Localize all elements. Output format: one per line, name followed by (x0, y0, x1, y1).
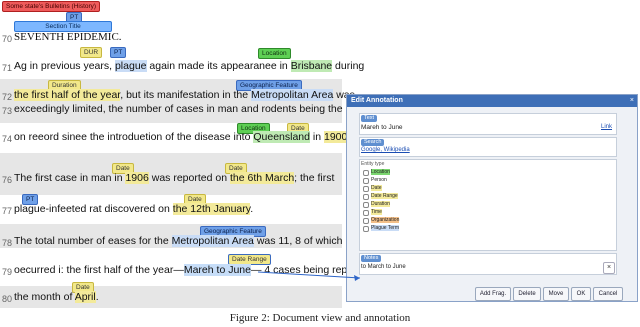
line-text: The total number of eases for the Metrop… (14, 235, 342, 247)
line-text: the first half of the year, but its mani… (14, 89, 355, 101)
text-span: oecurred i: the first half of the year— (14, 264, 184, 276)
entity-type-organization[interactable]: Organization (371, 217, 400, 223)
radio-person[interactable] (363, 178, 369, 184)
line-number: 77 (1, 206, 12, 216)
line-number: 71 (1, 63, 12, 73)
add-fragment-button[interactable]: Add Frag. (475, 287, 511, 301)
entity-type-time[interactable]: Time (371, 209, 382, 215)
line-number: 79 (1, 267, 12, 277)
radio-time[interactable] (363, 210, 369, 216)
ok-button[interactable]: OK (571, 287, 591, 301)
edit-annotation-dialog: Edit Annotation × Text Mareh to June Lin… (346, 94, 638, 302)
line-text: Ag in previous years, plague again made … (14, 60, 364, 72)
line-number: 73 (1, 106, 12, 116)
search-links[interactable]: Google, Wikipedia (361, 147, 410, 153)
document-line-71: 71 Ag in previous years, plague again ma… (0, 57, 364, 79)
line-text: on reeord sinee the introduetion of the … (14, 131, 350, 143)
radio-location[interactable] (363, 170, 369, 176)
notes-label: Notes (361, 255, 382, 262)
text-span: The first case in man in (14, 172, 126, 184)
entity-type-duration[interactable]: Duration (371, 201, 390, 207)
annotated-span[interactable]: April (74, 291, 96, 303)
entity-type-date[interactable]: Date (371, 185, 382, 191)
line-number: 72 (1, 92, 12, 102)
text-span: , but its manifestation in the (120, 89, 251, 101)
document-line-79: 79 oecurred i: the first half of the yea… (0, 263, 382, 285)
line-text: The first case in man in 1906 was report… (14, 172, 334, 184)
entity-type-label: Entity type (361, 161, 385, 167)
radio-date-range[interactable] (363, 194, 369, 200)
document-line-74: 74 on reeord sinee the introduetion of t… (0, 130, 350, 152)
figure-caption: Figure 2: Document view and annotation (229, 312, 411, 324)
text-span: . (250, 203, 254, 215)
radio-date[interactable] (363, 186, 369, 192)
close-icon[interactable]: × (630, 95, 634, 107)
move-button[interactable]: Move (543, 287, 569, 301)
annotated-span[interactable]: plague (114, 60, 147, 72)
line-number: 70 (1, 34, 12, 44)
document-line-77: 77 plague-infeeted rat discovered on the… (0, 202, 342, 224)
annotated-span[interactable]: 1900 (324, 131, 348, 143)
document-line-73: 73 exceedingly limited, the number of ca… (0, 102, 375, 124)
entity-type-section (359, 159, 617, 251)
annotated-span[interactable]: Metropolitan Area (171, 235, 254, 247)
radio-plague-term[interactable] (363, 226, 369, 232)
text-span: plague-infeeted rat discovered on (14, 203, 173, 215)
cancel-button[interactable]: Cancel (593, 287, 623, 301)
entity-type-location[interactable]: Location (371, 169, 390, 175)
entity-type-date-range[interactable]: Date Range (371, 193, 398, 199)
line-text: oecurred i: the first half of the year—M… (14, 264, 382, 276)
entity-type-plague-term[interactable]: Plague Term (371, 225, 399, 231)
tag-document-title[interactable]: Some state's Bulletins (History) (2, 1, 101, 12)
radio-duration[interactable] (363, 202, 369, 208)
line-number: 74 (1, 134, 12, 144)
annotated-span[interactable]: the 6th March (229, 172, 295, 184)
annotated-span[interactable]: Queensland (253, 131, 310, 143)
annotated-span[interactable]: the 12th January (172, 203, 251, 215)
line-number: 76 (1, 175, 12, 185)
text-span: ; the first (294, 172, 335, 184)
delete-button[interactable]: Delete (513, 287, 541, 301)
text-span: . (95, 291, 99, 303)
line-text: SEVENTH EPIDEMIC. (14, 31, 122, 43)
annotated-span[interactable]: Metropolitan Area (250, 89, 334, 101)
text-label: Text (361, 115, 378, 122)
clear-notes-icon[interactable]: × (603, 262, 615, 274)
text-span: was reported on (148, 172, 230, 184)
document-view: Some state's Bulletins (History) PT Sect… (0, 0, 382, 312)
document-line-76: 76 The first case in man in 1906 was rep… (0, 171, 342, 193)
annotated-span[interactable]: the first half of the year (14, 89, 121, 101)
notes-field[interactable]: to March to June (361, 264, 406, 270)
text-span: on reeord sinee the introduetion of the … (14, 131, 254, 143)
radio-organization[interactable] (363, 218, 369, 224)
annotated-span[interactable]: 1906 (125, 172, 149, 184)
document-line-70: 70 SEVENTH EPIDEMIC. (0, 28, 342, 50)
text-span: in (309, 131, 324, 143)
annotated-span[interactable]: Brisbane (290, 60, 333, 72)
document-line-80: 80 the month of April. (0, 290, 342, 312)
annotation-text-value[interactable]: Mareh to June (361, 124, 403, 131)
line-text: the month of April. (14, 291, 99, 303)
line-text: plague-infeeted rat discovered on the 12… (14, 203, 253, 215)
text-span: again made its appearanee in (146, 60, 291, 72)
link-button[interactable]: Link (601, 124, 612, 130)
text-span: Ag in previous years, (14, 60, 115, 72)
text-span: was 11, 8 of which (253, 235, 343, 247)
text-span: The total number of eases for the (14, 235, 172, 247)
selected-annotated-span[interactable]: Mareh to June (183, 264, 251, 276)
search-label: Search (361, 139, 385, 146)
text-span: the month of (14, 291, 75, 303)
line-text: exceedingly limited, the number of cases… (14, 103, 376, 115)
line-number: 80 (1, 294, 12, 304)
document-line-78: 78 The total number of eases for the Met… (0, 234, 342, 256)
dialog-title: Edit Annotation (347, 95, 637, 107)
line-number: 78 (1, 238, 12, 248)
entity-type-person[interactable]: Person (371, 177, 387, 183)
text-span: during (332, 60, 365, 72)
